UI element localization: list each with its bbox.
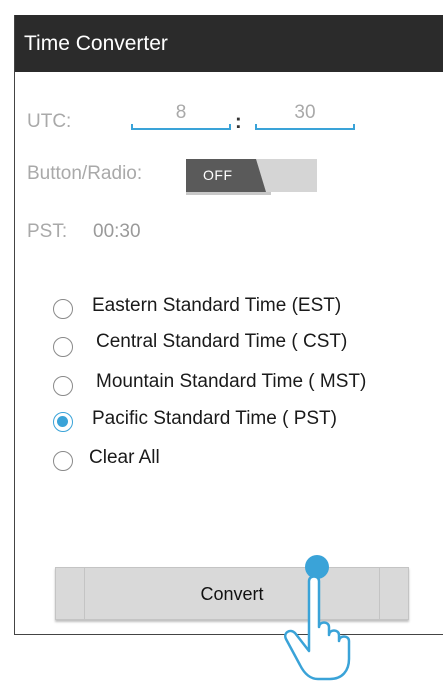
- utc-hour-input[interactable]: 8: [131, 102, 231, 130]
- radio-button-selected[interactable]: [53, 412, 73, 432]
- toggle-label: Button/Radio:: [27, 163, 143, 184]
- app-screen: Time Converter UTC: 8 : 30 Button/Radio:…: [14, 15, 443, 635]
- radio-label: Central Standard Time ( CST): [96, 331, 348, 352]
- hand-pointer-icon: [284, 555, 351, 681]
- radio-label: Clear All: [89, 447, 160, 468]
- radio-button[interactable]: [53, 376, 73, 396]
- button-radio-toggle[interactable]: OFF: [186, 159, 317, 192]
- time-separator: :: [235, 111, 242, 133]
- result-value: 00:30: [93, 221, 141, 242]
- radio-button[interactable]: [53, 337, 73, 357]
- utc-minute-input[interactable]: 30: [255, 102, 355, 130]
- touch-point-icon: [305, 555, 329, 579]
- radio-button[interactable]: [53, 451, 73, 471]
- toggle-state: OFF: [203, 167, 233, 183]
- radio-button[interactable]: [53, 299, 73, 319]
- radio-label: Eastern Standard Time (EST): [92, 295, 342, 316]
- toggle-underline: [186, 192, 271, 195]
- app-title: Time Converter: [15, 15, 443, 72]
- result-label: PST:: [27, 221, 68, 242]
- radio-label: Mountain Standard Time ( MST): [96, 371, 367, 392]
- radio-label: Pacific Standard Time ( PST): [92, 408, 337, 429]
- utc-label: UTC:: [27, 111, 72, 132]
